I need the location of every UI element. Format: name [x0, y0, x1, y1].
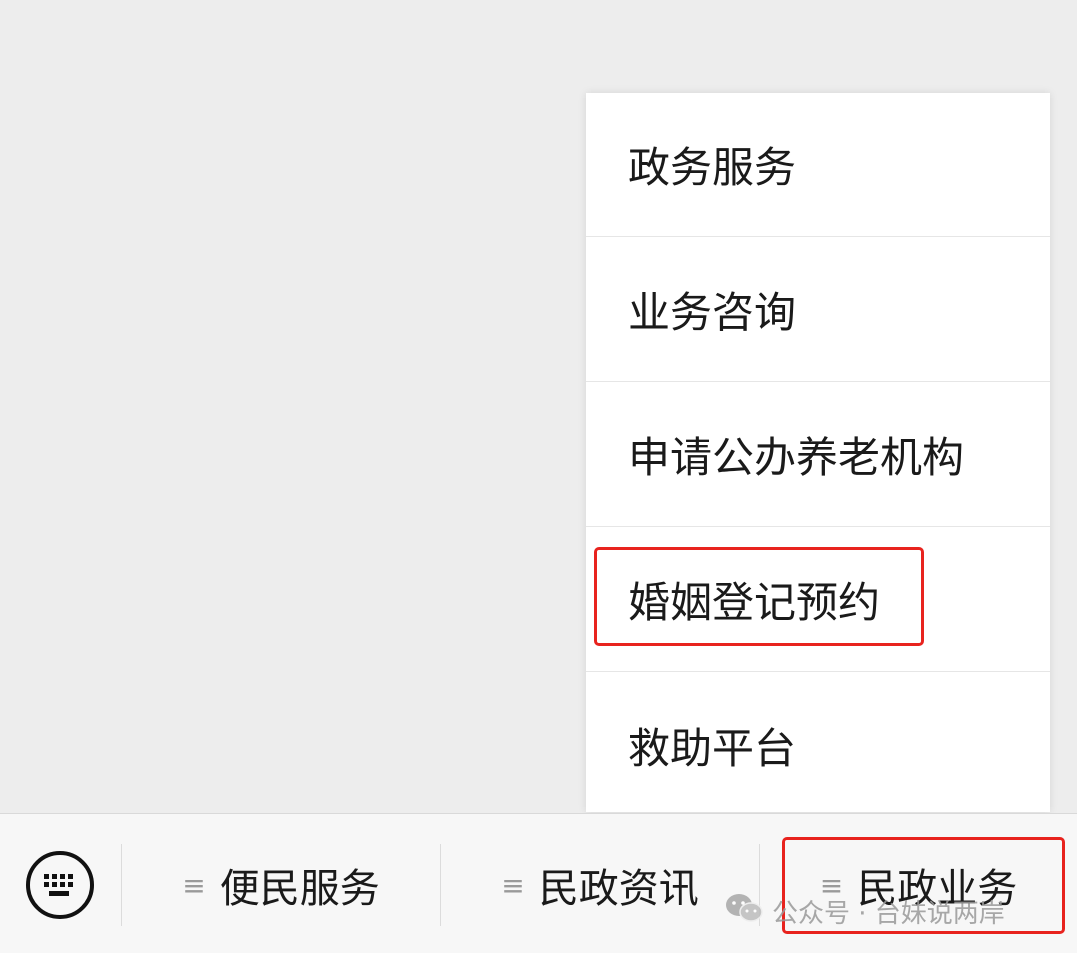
menu-item-marriage-registration[interactable]: 婚姻登记预约 [586, 528, 1050, 672]
menu-item-business-consulting[interactable]: 业务咨询 [586, 238, 1050, 382]
menu-item-label: 申请公办养老机构 [628, 433, 965, 482]
menu-item-label: 婚姻登记预约 [628, 578, 881, 627]
menu-item-assistance-platform[interactable]: 救助平台 [586, 673, 1050, 817]
menu-item-apply-elderly-care[interactable]: 申请公办养老机构 [586, 383, 1050, 527]
keyboard-icon [44, 874, 73, 896]
menu-lines-icon: ≡ [819, 868, 844, 902]
menu-lines-icon: ≡ [501, 868, 525, 902]
bottom-menu-bar: ≡ 便民服务 ≡ 民政资讯 ≡ 民政业务 [0, 813, 1077, 953]
tab-civil-affairs-business[interactable]: ≡ 民政业务 [760, 844, 1077, 926]
menu-item-label: 业务咨询 [628, 288, 797, 337]
menu-item-label: 救助平台 [628, 723, 797, 773]
tab-label: 民政业务 [857, 866, 1018, 912]
popup-menu: 政务服务 业务咨询 申请公办养老机构 婚姻登记预约 救助平台 [586, 93, 1050, 812]
tab-convenience-services[interactable]: ≡ 便民服务 [122, 844, 440, 926]
menu-lines-icon: ≡ [182, 868, 206, 902]
menu-item-label: 政务服务 [628, 143, 797, 192]
tab-civil-affairs-news[interactable]: ≡ 民政资讯 [441, 844, 759, 926]
keyboard-toggle-button[interactable] [26, 851, 94, 919]
tab-label: 便民服务 [219, 866, 380, 912]
tab-label: 民政资讯 [538, 866, 699, 912]
menu-item-government-services[interactable]: 政务服务 [586, 93, 1050, 237]
